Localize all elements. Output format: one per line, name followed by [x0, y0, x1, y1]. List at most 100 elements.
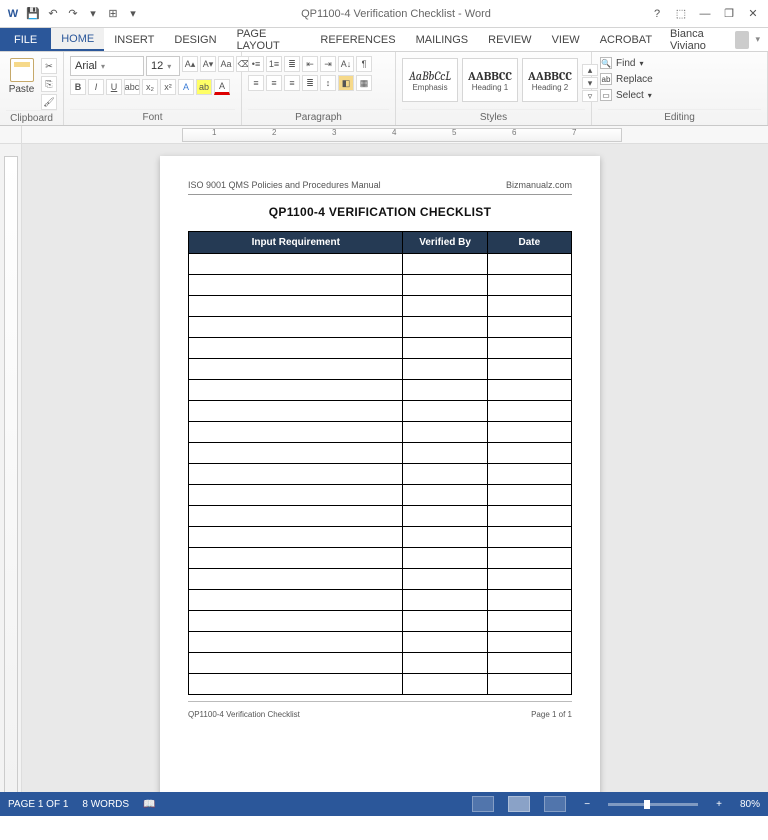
grow-font-button[interactable]: A▴ [182, 56, 198, 72]
view-print-layout[interactable] [508, 796, 530, 812]
user-name[interactable]: Bianca Viviano [670, 28, 729, 52]
highlight-button[interactable]: ab [196, 79, 212, 95]
table-row[interactable] [189, 296, 572, 317]
table-row[interactable] [189, 590, 572, 611]
proofing-icon[interactable]: 📖 [143, 799, 155, 810]
horizontal-ruler[interactable]: 1 2 3 4 5 6 7 [22, 126, 768, 143]
decrease-indent-button[interactable]: ⇤ [302, 56, 318, 72]
document-page[interactable]: ISO 9001 QMS Policies and Procedures Man… [160, 156, 600, 808]
ribbon-display-button[interactable]: ⬚ [670, 5, 692, 23]
verification-table[interactable]: Input Requirement Verified By Date [188, 231, 572, 695]
table-row[interactable] [189, 317, 572, 338]
copy-button[interactable]: ⎘ [41, 76, 57, 92]
tab-page-layout[interactable]: PAGE LAYOUT [227, 28, 311, 51]
font-color-button[interactable]: A [214, 79, 230, 95]
view-web-layout[interactable] [544, 796, 566, 812]
align-left-button[interactable]: ≡ [248, 75, 264, 91]
font-size-select[interactable]: 12▾ [146, 56, 180, 76]
change-case-button[interactable]: Aa [218, 56, 234, 72]
style-emphasis[interactable]: AaBbCcL Emphasis [402, 58, 458, 102]
redo-button[interactable]: ↷ [64, 5, 82, 23]
table-row[interactable] [189, 359, 572, 380]
help-button[interactable]: ? [646, 5, 668, 23]
tab-review[interactable]: REVIEW [478, 28, 541, 51]
vertical-ruler[interactable] [0, 144, 22, 816]
zoom-slider[interactable] [608, 803, 698, 806]
table-row[interactable] [189, 422, 572, 443]
table-row[interactable] [189, 632, 572, 653]
tab-insert[interactable]: INSERT [104, 28, 164, 51]
undo-button[interactable]: ↶ [44, 5, 62, 23]
align-center-button[interactable]: ≡ [266, 75, 282, 91]
zoom-in-button[interactable]: + [712, 799, 726, 810]
table-row[interactable] [189, 611, 572, 632]
restore-button[interactable]: ❐ [718, 5, 740, 23]
style-heading-1[interactable]: AABBCC Heading 1 [462, 58, 518, 102]
font-name-select[interactable]: Arial▾ [70, 56, 144, 76]
table-row[interactable] [189, 506, 572, 527]
multilevel-button[interactable]: ≣ [284, 56, 300, 72]
table-row[interactable] [189, 401, 572, 422]
tab-references[interactable]: REFERENCES [310, 28, 405, 51]
find-button[interactable]: 🔍Find▾ [598, 56, 655, 70]
cut-button[interactable]: ✂ [41, 58, 57, 74]
user-menu-icon[interactable]: ▾ [755, 34, 760, 45]
table-row[interactable] [189, 443, 572, 464]
tab-home[interactable]: HOME [51, 28, 104, 51]
table-row[interactable] [189, 464, 572, 485]
sort-button[interactable]: A↓ [338, 56, 354, 72]
table-row[interactable] [189, 338, 572, 359]
format-painter-button[interactable]: 🖌 [41, 94, 57, 110]
strikethrough-button[interactable]: abc [124, 79, 140, 95]
justify-button[interactable]: ≣ [302, 75, 318, 91]
tab-acrobat[interactable]: ACROBAT [590, 28, 662, 51]
tab-view[interactable]: VIEW [542, 28, 590, 51]
underline-button[interactable]: U [106, 79, 122, 95]
select-button[interactable]: ▭Select▾ [598, 88, 655, 102]
status-page[interactable]: PAGE 1 OF 1 [8, 799, 68, 810]
table-row[interactable] [189, 275, 572, 296]
paste-button[interactable]: Paste [6, 54, 37, 95]
shading-button[interactable]: ◧ [338, 75, 354, 91]
increase-indent-button[interactable]: ⇥ [320, 56, 336, 72]
subscript-button[interactable]: x₂ [142, 79, 158, 95]
zoom-out-button[interactable]: − [580, 799, 594, 810]
replace-button[interactable]: abReplace [598, 72, 655, 86]
view-read-mode[interactable] [472, 796, 494, 812]
tab-design[interactable]: DESIGN [164, 28, 226, 51]
bullets-button[interactable]: •≡ [248, 56, 264, 72]
line-spacing-button[interactable]: ↕ [320, 75, 336, 91]
table-row[interactable] [189, 674, 572, 695]
save-button[interactable]: 💾 [24, 5, 42, 23]
user-avatar[interactable] [735, 31, 750, 49]
word-app-icon[interactable]: W [4, 5, 22, 23]
show-marks-button[interactable]: ¶ [356, 56, 372, 72]
shrink-font-button[interactable]: A▾ [200, 56, 216, 72]
table-row[interactable] [189, 569, 572, 590]
touch-mode-button[interactable]: ⊞ [104, 5, 122, 23]
text-effects-button[interactable]: A [178, 79, 194, 95]
table-row[interactable] [189, 527, 572, 548]
status-words[interactable]: 8 WORDS [82, 799, 129, 810]
qat-more-icon[interactable]: ▾ [84, 5, 102, 23]
zoom-percent[interactable]: 80% [740, 799, 760, 810]
borders-button[interactable]: ▦ [356, 75, 372, 91]
bold-button[interactable]: B [70, 79, 86, 95]
minimize-button[interactable]: — [694, 5, 716, 23]
table-row[interactable] [189, 653, 572, 674]
col-verified-by: Verified By [403, 232, 487, 254]
qat-customize-icon[interactable]: ▾ [124, 5, 142, 23]
style-heading-2[interactable]: AABBCC Heading 2 [522, 58, 578, 102]
table-row[interactable] [189, 548, 572, 569]
clipboard-icon [10, 58, 34, 82]
table-row[interactable] [189, 485, 572, 506]
close-button[interactable]: ✕ [742, 5, 764, 23]
tab-file[interactable]: FILE [0, 28, 51, 51]
table-row[interactable] [189, 380, 572, 401]
align-right-button[interactable]: ≡ [284, 75, 300, 91]
tab-mailings[interactable]: MAILINGS [406, 28, 479, 51]
superscript-button[interactable]: x² [160, 79, 176, 95]
italic-button[interactable]: I [88, 79, 104, 95]
table-row[interactable] [189, 254, 572, 275]
numbering-button[interactable]: 1≡ [266, 56, 282, 72]
